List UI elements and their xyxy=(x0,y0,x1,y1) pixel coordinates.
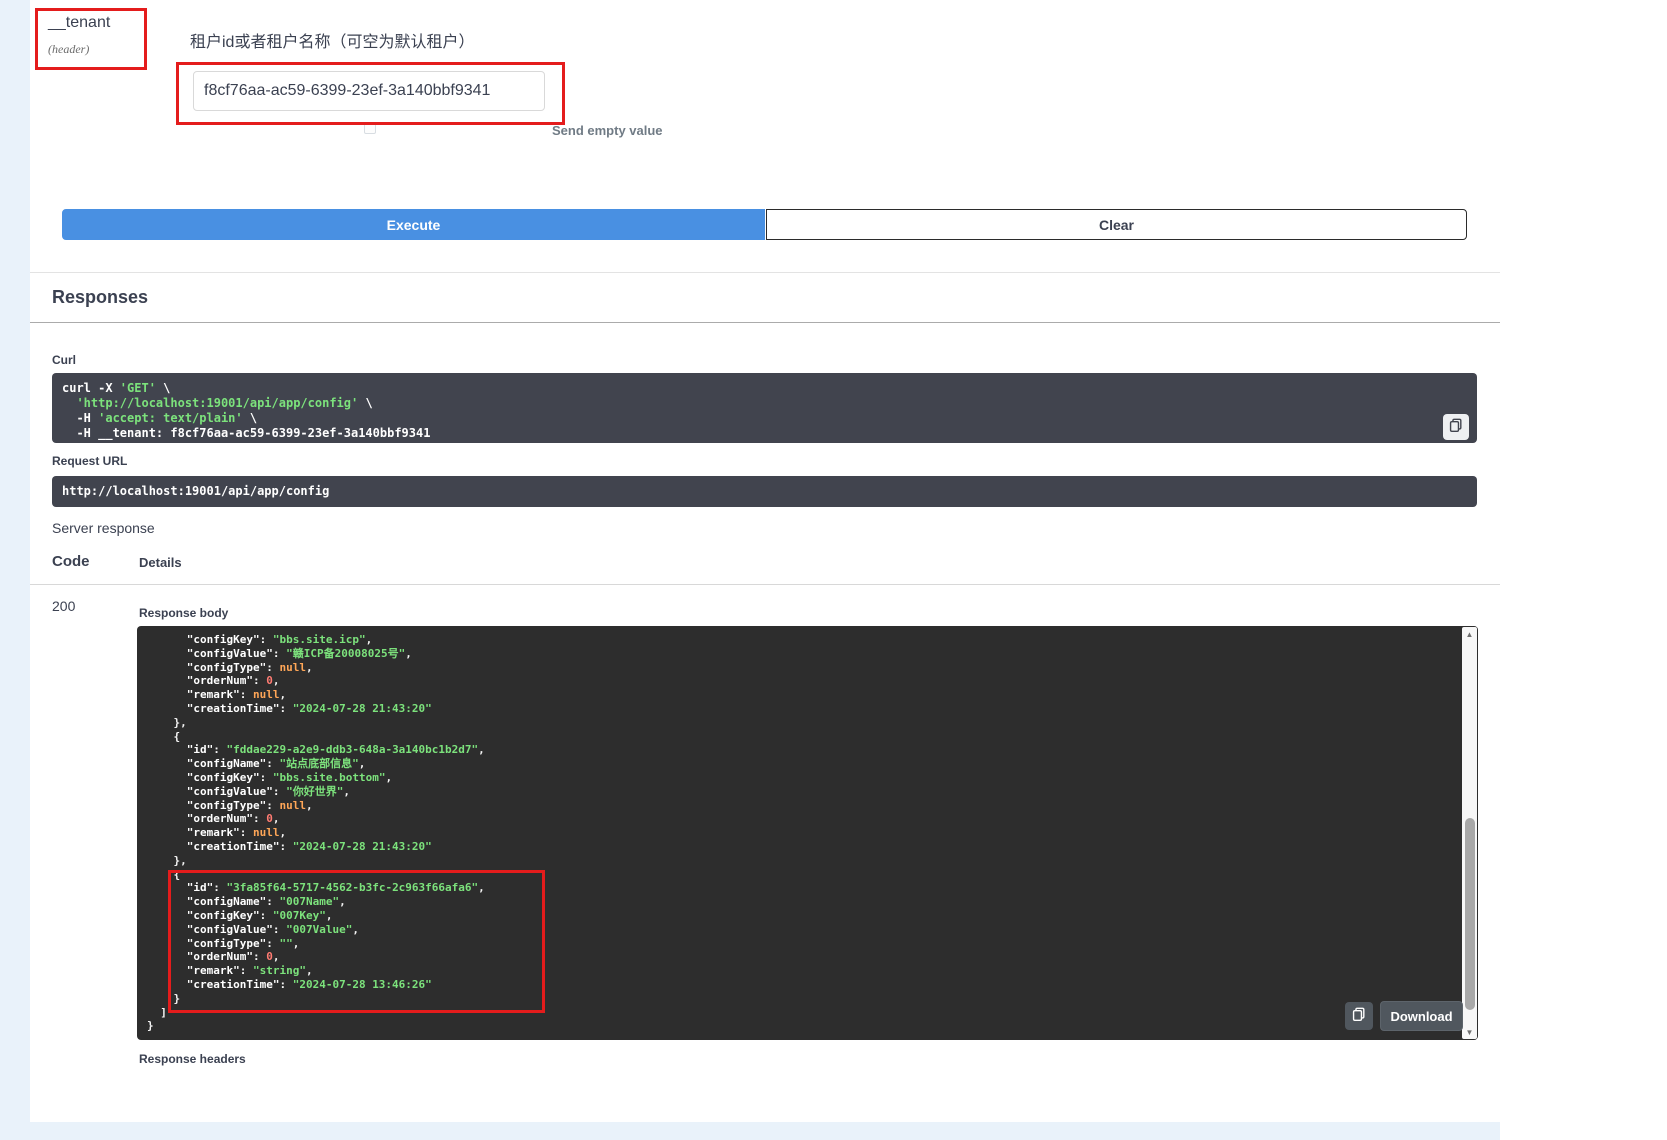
scrollbar-thumb[interactable] xyxy=(1465,818,1475,1010)
code-column-header: Code xyxy=(52,553,90,570)
copy-curl-button[interactable] xyxy=(1443,414,1469,440)
scroll-down-icon[interactable]: ▼ xyxy=(1462,1025,1477,1039)
response-headers-label: Response headers xyxy=(139,1052,246,1066)
response-body-label: Response body xyxy=(139,606,228,620)
execute-button[interactable]: Execute xyxy=(62,209,765,240)
details-column-header: Details xyxy=(139,555,182,570)
clipboard-icon xyxy=(1449,418,1463,437)
curl-label: Curl xyxy=(52,353,76,367)
annotation-box-parameter-name xyxy=(35,8,147,70)
clear-button[interactable]: Clear xyxy=(766,209,1467,240)
parameter-description: 租户id或者租户名称（可空为默认租户） xyxy=(190,28,474,52)
server-response-label: Server response xyxy=(52,520,155,536)
annotation-box-json-object xyxy=(168,870,545,1013)
response-table-divider xyxy=(30,584,1500,585)
request-url-text: http://localhost:19001/api/app/config xyxy=(62,484,329,499)
annotation-box-tenant-input xyxy=(176,62,565,125)
status-code: 200 xyxy=(52,598,75,614)
request-url-value: http://localhost:19001/api/app/config xyxy=(52,476,1477,507)
response-body-scrollbar[interactable]: ▲ ▼ xyxy=(1462,627,1477,1039)
copy-response-button[interactable] xyxy=(1345,1002,1373,1030)
clipboard-icon xyxy=(1352,1007,1366,1026)
scroll-up-icon[interactable]: ▲ xyxy=(1462,627,1477,641)
responses-title: Responses xyxy=(52,287,148,308)
swagger-operation-panel: __tenant (header) 租户id或者租户名称（可空为默认租户） Se… xyxy=(0,0,1667,1140)
download-button[interactable]: Download xyxy=(1380,1001,1463,1031)
curl-command: curl -X 'GET' \ 'http://localhost:19001/… xyxy=(52,373,1477,443)
responses-header-divider xyxy=(30,322,1500,323)
responses-top-divider xyxy=(30,272,1500,273)
send-empty-label: Send empty value xyxy=(552,123,663,138)
request-url-label: Request URL xyxy=(52,454,127,468)
